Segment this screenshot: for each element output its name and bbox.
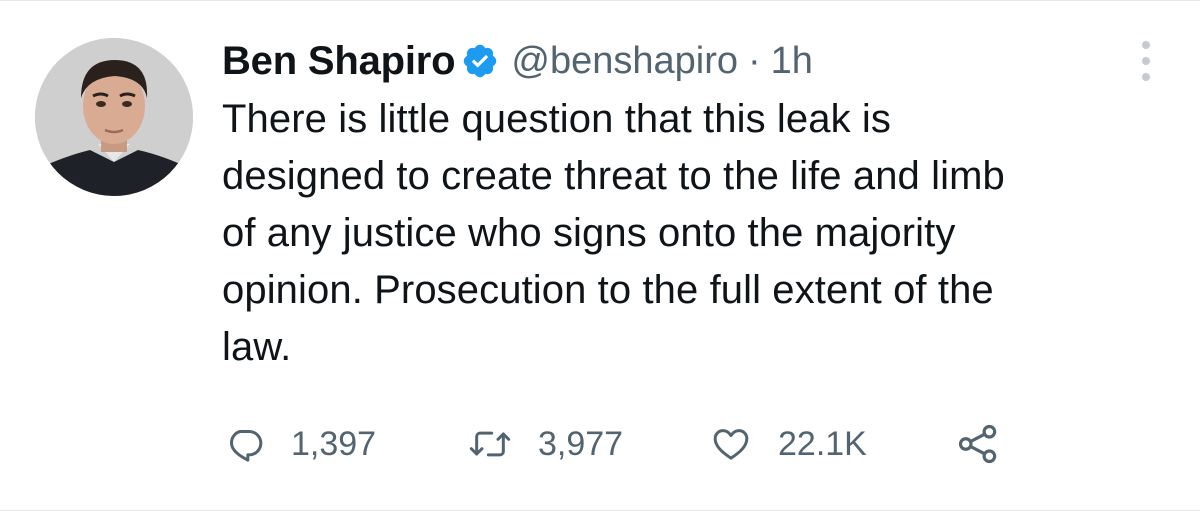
separator: · [748, 39, 761, 82]
share-button[interactable] [957, 419, 999, 469]
heart-icon [710, 424, 752, 464]
reply-count: 1,397 [291, 424, 377, 463]
timestamp[interactable]: 1h [771, 40, 813, 83]
tweet-text: There is little question that this leak … [222, 97, 1005, 369]
more-icon[interactable] [1133, 41, 1159, 81]
verified-badge-icon [461, 42, 499, 80]
avatar[interactable] [35, 38, 193, 196]
retweet-button[interactable]: 3,977 [468, 419, 623, 469]
avatar-image [35, 38, 193, 196]
author-name[interactable]: Ben Shapiro [222, 39, 456, 84]
like-button[interactable]: 22.1K [710, 419, 867, 469]
reply-button[interactable]: 1,397 [225, 419, 376, 469]
tweet-card[interactable]: Ben Shapiro @benshapiro · 1h There is li… [0, 0, 1200, 511]
like-count: 22.1K [778, 424, 867, 463]
reply-icon [225, 424, 265, 464]
author-handle[interactable]: @benshapiro [511, 40, 738, 83]
retweet-icon [468, 424, 512, 464]
retweet-count: 3,977 [538, 424, 624, 463]
tweet-header: Ben Shapiro @benshapiro · 1h [222, 35, 813, 87]
share-icon [957, 423, 999, 465]
tweet-actions: 1,397 3,977 22.1K [225, 419, 1025, 469]
